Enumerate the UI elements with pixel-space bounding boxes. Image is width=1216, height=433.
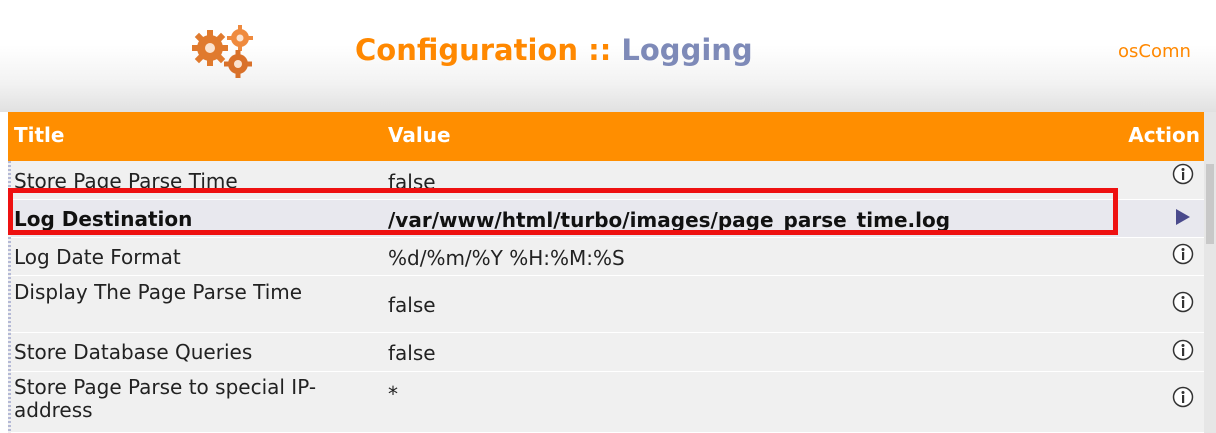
info-button[interactable] <box>1170 339 1196 365</box>
gears-icon <box>192 25 253 78</box>
page-header: Configuration :: Logging osComn <box>0 0 1216 112</box>
row-value: %d/%m/%Y %H:%M:%S <box>388 246 625 270</box>
column-header-value: Value <box>388 123 451 147</box>
info-icon <box>1172 386 1194 408</box>
arrow-right-icon <box>1176 209 1190 225</box>
column-header-title: Title <box>14 123 65 147</box>
info-button[interactable] <box>1170 243 1196 269</box>
row-title: Log Date Format <box>14 245 181 269</box>
row-title: Store Page Parse to special IP-address <box>14 375 317 422</box>
config-table: Title Value Action Store Page Parse Time… <box>8 112 1204 433</box>
column-header-action: Action <box>1128 123 1200 147</box>
table-row[interactable]: Store Page Parse to special IP-address * <box>8 372 1204 433</box>
row-value: false <box>388 341 436 365</box>
page-title-section: Configuration :: <box>355 33 612 67</box>
row-title: Store Database Queries <box>14 340 253 364</box>
page: Configuration :: Logging osComn Title Va… <box>0 0 1216 433</box>
table-row[interactable]: Log Date Format %d/%m/%Y %H:%M:%S <box>8 238 1204 276</box>
header-link[interactable]: osComn <box>1118 41 1191 62</box>
table-header: Title Value Action <box>8 112 1204 161</box>
edit-arrow-button[interactable] <box>1170 207 1196 233</box>
info-icon <box>1172 339 1194 361</box>
row-value: /var/www/html/turbo/images/page_parse_ti… <box>388 208 951 232</box>
info-icon <box>1172 243 1194 265</box>
info-icon <box>1172 163 1194 185</box>
page-title: Configuration :: Logging <box>355 33 753 67</box>
table-row[interactable]: Store Database Queries false <box>8 333 1204 372</box>
vertical-scrollbar[interactable] <box>1204 112 1216 433</box>
info-button[interactable] <box>1170 163 1196 189</box>
page-title-subsection: Logging <box>621 33 753 67</box>
row-value: * <box>388 382 398 406</box>
row-value: false <box>388 170 436 194</box>
info-button[interactable] <box>1170 386 1196 412</box>
scrollbar-thumb[interactable] <box>1206 164 1214 244</box>
row-value: false <box>388 293 436 317</box>
row-title: Display The Page Parse Time <box>14 280 303 304</box>
table-row-selected[interactable]: Log Destination /var/www/html/turbo/imag… <box>8 200 1204 238</box>
info-icon <box>1172 291 1194 313</box>
row-title: Log Destination <box>14 207 193 231</box>
table-left-border <box>8 161 11 433</box>
table-row[interactable]: Display The Page Parse Time false <box>8 276 1204 333</box>
table-row[interactable]: Store Page Parse Time false <box>8 161 1204 200</box>
info-button[interactable] <box>1170 291 1196 317</box>
row-title: Store Page Parse Time <box>14 169 238 193</box>
